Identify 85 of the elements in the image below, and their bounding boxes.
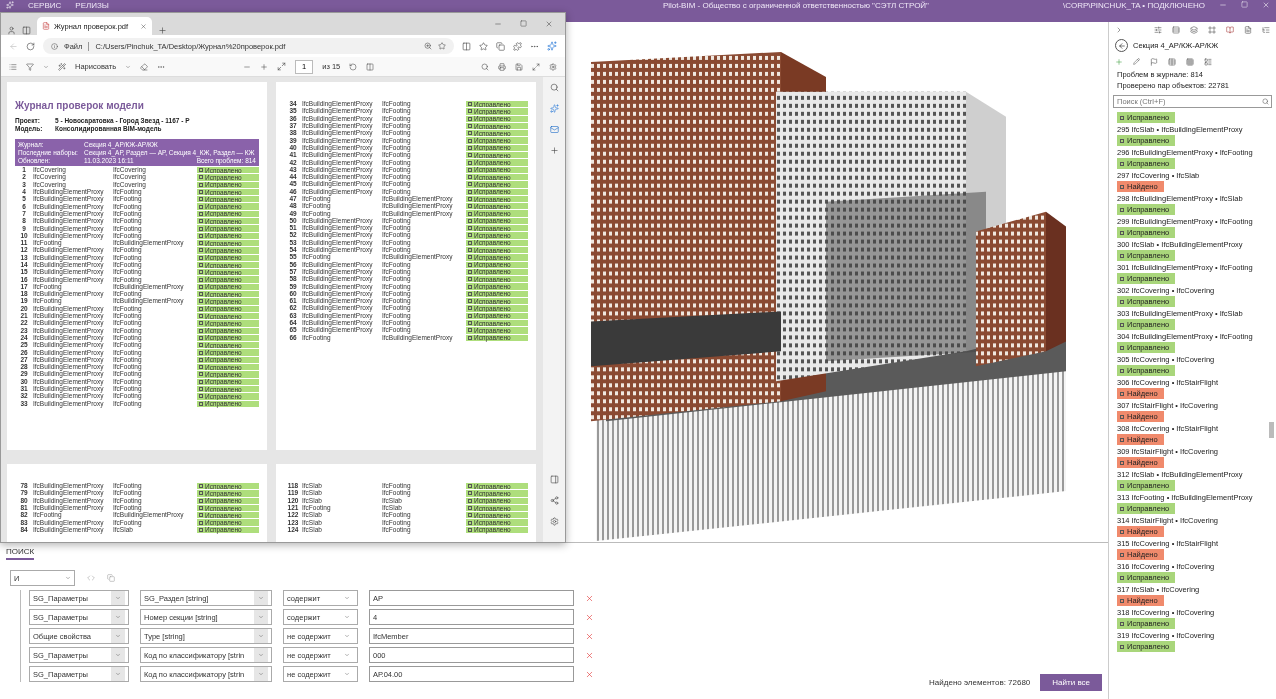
close-icon[interactable] [140, 22, 147, 30]
save-icon[interactable] [515, 62, 523, 71]
journal-icon[interactable] [1226, 25, 1234, 34]
edit-icon[interactable] [1133, 58, 1140, 65]
caret-icon [344, 633, 350, 639]
two-page-icon[interactable] [366, 62, 375, 71]
caret-icon[interactable] [43, 63, 49, 70]
mail-icon[interactable] [549, 125, 559, 134]
caret-icon [344, 614, 350, 620]
zoom-icon[interactable] [424, 42, 432, 50]
search-tab[interactable]: ПОИСК [6, 545, 35, 560]
split-icon[interactable] [462, 41, 471, 51]
close-icon[interactable] [545, 20, 553, 28]
settings-icon[interactable] [549, 62, 557, 71]
delete-icon[interactable] [585, 612, 594, 622]
document-icon[interactable] [1244, 25, 1252, 34]
back-icon[interactable] [9, 41, 18, 51]
add-icon[interactable] [549, 146, 559, 155]
share-icon[interactable] [549, 496, 559, 505]
caret-icon [344, 595, 350, 601]
profile-icon[interactable] [7, 26, 16, 35]
fullscreen-icon[interactable] [532, 62, 540, 71]
sidebar-icon[interactable] [549, 475, 559, 484]
scrollbar-thumb[interactable] [1269, 422, 1274, 438]
filter-icon[interactable] [26, 62, 34, 71]
find-all-button[interactable]: Найти все [1040, 674, 1102, 691]
user-status: \CORP\PINCHUK_TA • ПОДКЛЮЧЕНО [1062, 1, 1205, 10]
expand-icon[interactable] [1115, 25, 1123, 34]
fit-page-icon[interactable] [277, 62, 287, 71]
minimize-icon[interactable] [1219, 1, 1227, 9]
caret-icon [115, 595, 121, 601]
zoom-in-icon[interactable] [260, 62, 269, 71]
report-title: Журнал проверок модели [15, 100, 145, 111]
list-icon[interactable] [1204, 57, 1212, 66]
eraser-icon[interactable] [140, 62, 149, 71]
caret-icon [344, 671, 350, 677]
new-tab-icon[interactable] [158, 26, 167, 35]
delete-icon[interactable] [585, 631, 594, 641]
caret-icon [258, 633, 264, 639]
code-icon[interactable] [87, 574, 95, 582]
caret-icon [65, 575, 71, 581]
info-icon [51, 42, 58, 50]
search-icon [1262, 98, 1269, 105]
pdf-icon [42, 22, 50, 30]
minimize-icon[interactable] [494, 20, 502, 28]
menu-item[interactable]: СЕРВИС [28, 1, 62, 10]
contents-icon[interactable] [9, 62, 17, 71]
back-arrow-icon [1117, 41, 1126, 50]
favorite-icon[interactable] [438, 42, 446, 50]
extensions-icon[interactable] [513, 41, 522, 51]
menu-item[interactable]: РЕЛИЗЫ [75, 1, 109, 10]
caret-icon [115, 671, 121, 677]
maximize-icon[interactable] [520, 20, 527, 27]
copilot-icon[interactable] [547, 41, 557, 51]
caret-icon [115, 614, 121, 620]
layers-icon[interactable] [1190, 25, 1198, 34]
caret-icon [258, 614, 264, 620]
print-icon[interactable] [498, 62, 506, 71]
reload-icon[interactable] [26, 41, 35, 51]
tree-icon[interactable] [1262, 25, 1270, 34]
caret-icon[interactable] [125, 63, 132, 70]
back-button[interactable] [1115, 39, 1128, 52]
app-logo-icon [6, 1, 14, 9]
caret-icon [115, 652, 121, 658]
window-title: Pilot-BIM - Общество с ограниченной ответственностью "СЭТЛ СТРОЙ" [661, 1, 930, 10]
caret-icon [344, 652, 350, 658]
caret-icon [258, 671, 264, 677]
flag-icon[interactable] [1150, 57, 1158, 66]
delete-icon[interactable] [585, 650, 594, 660]
rotate-icon[interactable] [349, 62, 358, 71]
collections-icon[interactable] [496, 41, 505, 51]
delete-icon[interactable] [585, 593, 594, 603]
caret-icon [258, 652, 264, 658]
copilot-icon[interactable] [549, 104, 559, 113]
caret-icon [115, 633, 121, 639]
search-icon[interactable] [481, 62, 489, 71]
search-icon[interactable] [549, 83, 559, 92]
delete-icon[interactable] [585, 669, 594, 679]
settings-icon[interactable] [549, 517, 559, 526]
copy-icon[interactable] [107, 574, 115, 582]
sliders-icon[interactable] [1154, 25, 1162, 34]
caret-icon [258, 595, 264, 601]
found-count: Найдено элементов: 72680 [929, 678, 1031, 687]
favorites-icon[interactable] [479, 41, 488, 51]
add-icon[interactable] [1115, 57, 1123, 66]
